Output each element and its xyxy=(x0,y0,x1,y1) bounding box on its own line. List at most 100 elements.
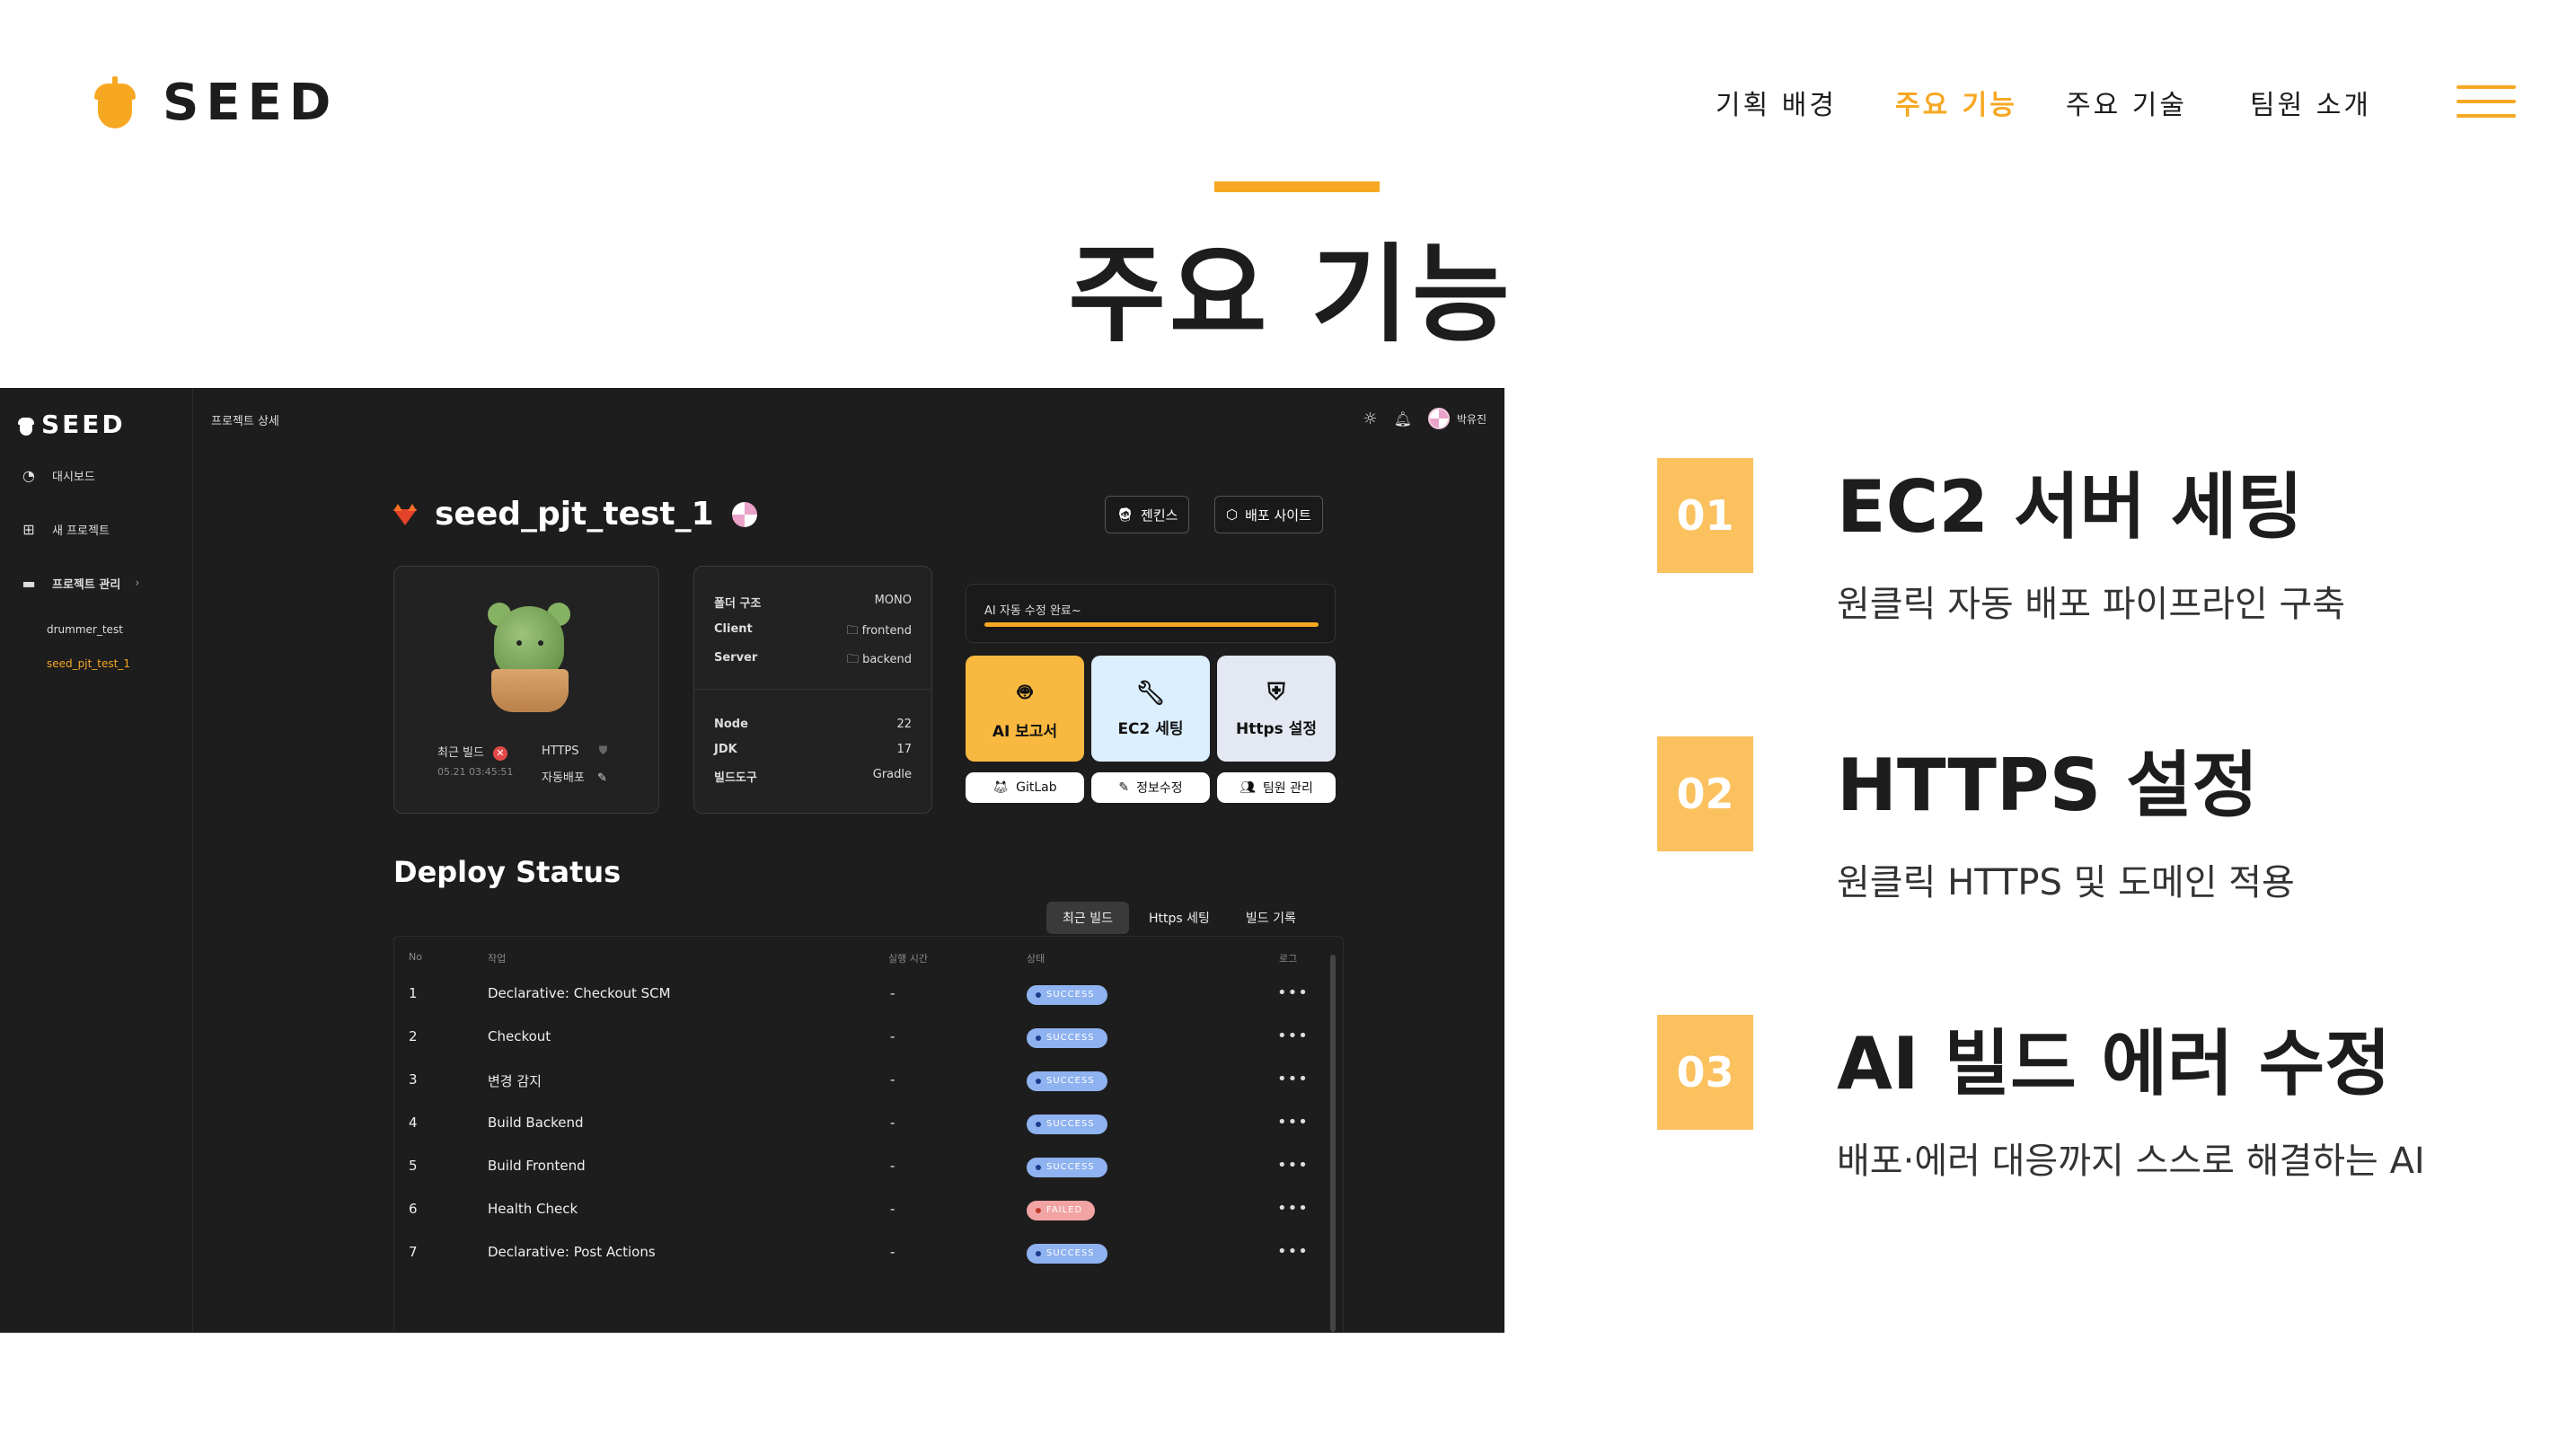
topbar-title: 프로젝트 상세 xyxy=(211,415,279,428)
feature-number-badge: 03 xyxy=(1657,1015,1753,1130)
row-no: 6 xyxy=(409,1201,418,1217)
theme-toggle-icon[interactable]: ☼ xyxy=(1363,410,1377,428)
column-header: 상태 xyxy=(1027,953,1045,965)
feature-description: 원클릭 자동 배포 파이프라인 구축 xyxy=(1837,584,2346,625)
gitlab-icon: 🦊︎ xyxy=(992,780,1010,795)
project-info-card: 폴더 구조 MONO Client 🗀︎ frontend Server 🗀︎ bac… xyxy=(693,566,932,814)
feature-title: AI 빌드 에러 수정 xyxy=(1837,1022,2391,1106)
page-title: 주요 기능 xyxy=(1068,233,1513,357)
column-header: 실행 시간 xyxy=(888,953,928,965)
sidebar-item-dashboard[interactable]: ◔ 대시보드 xyxy=(20,467,95,484)
avatar[interactable] xyxy=(1427,408,1450,429)
more-icon[interactable]: ••• xyxy=(1277,1242,1309,1261)
user-name: 박유진 xyxy=(1456,412,1486,426)
chevron-right-icon: › xyxy=(135,577,140,590)
bell-icon[interactable]: 🔔︎ xyxy=(1394,410,1412,427)
nav-item-tech[interactable]: 주요 기술 xyxy=(2066,83,2187,122)
sidebar-item-new-project[interactable]: ⊞ 새 프로젝트 xyxy=(20,521,110,538)
sidebar-logo-text: SEED xyxy=(41,410,126,439)
app-screenshot: SEED ◔ 대시보드 ⊞ 새 프로젝트 ▬ 프로젝트 관리 › drummer… xyxy=(0,388,1504,1333)
ai-report-label: AI 보고서 xyxy=(992,723,1058,741)
recent-build-label: 최근 빌드 xyxy=(437,746,484,760)
https-label: HTTPS xyxy=(542,745,579,758)
column-header: No xyxy=(409,951,422,963)
table-row: 5 Build Frontend - SUCCESS ••• xyxy=(394,1145,1328,1188)
project-name: seed_pjt_test_1 xyxy=(435,496,714,533)
row-no: 5 xyxy=(409,1158,418,1174)
gitlab-label: GitLab xyxy=(1016,780,1057,795)
pencil-icon: ✎ xyxy=(1118,780,1130,795)
deploy-site-button[interactable]: ⬡ 배포 사이트 xyxy=(1214,496,1323,533)
status-badge: SUCCESS xyxy=(1027,1244,1107,1264)
nav-item-features[interactable]: 주요 기능 xyxy=(1895,83,2017,122)
ec2-setting-button[interactable]: 🔧︎ EC2 세팅 xyxy=(1091,656,1210,762)
main-nav: 기획 배경 주요 기능 주요 기술 팀원 소개 xyxy=(0,83,2576,128)
row-time: - xyxy=(890,1115,895,1131)
ai-fix-progress-bar xyxy=(984,622,1319,627)
more-icon[interactable]: ••• xyxy=(1277,1026,1309,1045)
sidebar-item-label: 대시보드 xyxy=(52,471,95,484)
row-task: Checkout xyxy=(488,1028,551,1044)
row-time: - xyxy=(890,1158,895,1174)
sidebar-logo[interactable]: SEED xyxy=(18,410,126,439)
table-row: 2 Checkout - SUCCESS ••• xyxy=(394,1016,1328,1059)
row-task: Health Check xyxy=(488,1201,578,1217)
info-row-jdk: JDK 17 xyxy=(714,743,912,756)
gitlab-button[interactable]: 🦊︎ GitLab xyxy=(966,772,1084,803)
tab-build-history[interactable]: 빌드 기록 xyxy=(1230,902,1312,934)
row-task: Declarative: Checkout SCM xyxy=(488,985,671,1001)
title-accent-bar xyxy=(1214,181,1380,192)
jenkins-button[interactable]: 🧔︎ 젠킨스 xyxy=(1105,496,1190,533)
nav-item-background[interactable]: 기획 배경 xyxy=(1716,83,1837,122)
recent-build-time: 05.21 03:45:51 xyxy=(437,766,514,778)
feature-description: 배포·에러 대응까지 스스로 해결하는 AI xyxy=(1837,1141,2425,1182)
cube-icon: ⬡ xyxy=(1226,507,1239,523)
project-header: seed_pjt_test_1 xyxy=(393,496,757,533)
folder-icon: 🗀︎ xyxy=(846,653,863,666)
team-manage-button[interactable]: 👥︎ 팀원 관리 xyxy=(1217,772,1336,803)
info-row-node: Node 22 xyxy=(714,718,912,731)
info-row-server: Server 🗀︎ backend xyxy=(714,651,912,666)
more-icon[interactable]: ••• xyxy=(1277,1113,1309,1132)
row-no: 2 xyxy=(409,1028,418,1044)
folder-icon: 🗀︎ xyxy=(846,624,862,638)
more-icon[interactable]: ••• xyxy=(1277,983,1309,1002)
edit-info-button[interactable]: ✎ 정보수정 xyxy=(1091,772,1210,803)
deploy-status-title: Deploy Status xyxy=(393,855,622,889)
auto-deploy-label: 자동배포 xyxy=(542,771,585,785)
more-icon[interactable]: ••• xyxy=(1277,1156,1309,1175)
sidebar-project-drummer[interactable]: drummer_test xyxy=(47,623,123,636)
more-icon[interactable]: ••• xyxy=(1277,1199,1309,1218)
status-badge: SUCCESS xyxy=(1027,1071,1107,1091)
project-avatar xyxy=(731,501,757,527)
sidebar-project-seed[interactable]: seed_pjt_test_1 xyxy=(47,657,130,670)
row-no: 1 xyxy=(409,985,418,1001)
more-icon[interactable]: ••• xyxy=(1277,1070,1309,1088)
table-scrollbar[interactable] xyxy=(1330,955,1336,1332)
row-time: - xyxy=(890,1071,895,1088)
sidebar-item-project-manage[interactable]: ▬ 프로젝트 관리 › xyxy=(20,575,140,592)
table-row: 6 Health Check - FAILED ••• xyxy=(394,1188,1328,1231)
feature-description: 원클릭 HTTPS 및 도메인 적용 xyxy=(1837,862,2295,903)
row-task: 변경 감지 xyxy=(488,1073,542,1089)
status-badge: SUCCESS xyxy=(1027,1115,1107,1134)
deploy-tabs: 최근 빌드 Https 세팅 빌드 기록 xyxy=(1046,902,1312,934)
table-row: 7 Declarative: Post Actions - SUCCESS ••• xyxy=(394,1231,1328,1274)
tab-https-setting[interactable]: Https 세팅 xyxy=(1133,902,1226,934)
info-row-build-tool: 빌드도구 Gradle xyxy=(714,768,912,785)
nav-item-team[interactable]: 팀원 소개 xyxy=(2250,83,2371,122)
project-status-card: 최근 빌드 ✕ 05.21 03:45:51 HTTPS ⛊ 자동배포 ✎ xyxy=(393,566,659,814)
magic-wand-icon[interactable]: ✎ xyxy=(597,771,607,785)
hamburger-menu-icon[interactable] xyxy=(2457,85,2516,119)
folder-icon: ▬ xyxy=(22,575,36,592)
row-task: Build Backend xyxy=(488,1115,584,1131)
table-row: 1 Declarative: Checkout SCM - SUCCESS ••• xyxy=(394,973,1328,1016)
https-setting-button[interactable]: ⛨ Https 설정 xyxy=(1217,656,1336,762)
ai-report-button[interactable]: 🤖︎ AI 보고서 xyxy=(966,656,1084,762)
https-status: HTTPS ⛊ xyxy=(542,745,607,758)
gitlab-icon xyxy=(393,503,417,525)
tab-recent-build[interactable]: 최근 빌드 xyxy=(1046,902,1129,934)
feature-number-badge: 01 xyxy=(1657,458,1753,573)
feature-title: EC2 서버 세팅 xyxy=(1837,465,2304,549)
jenkins-label: 젠킨스 xyxy=(1141,507,1178,524)
